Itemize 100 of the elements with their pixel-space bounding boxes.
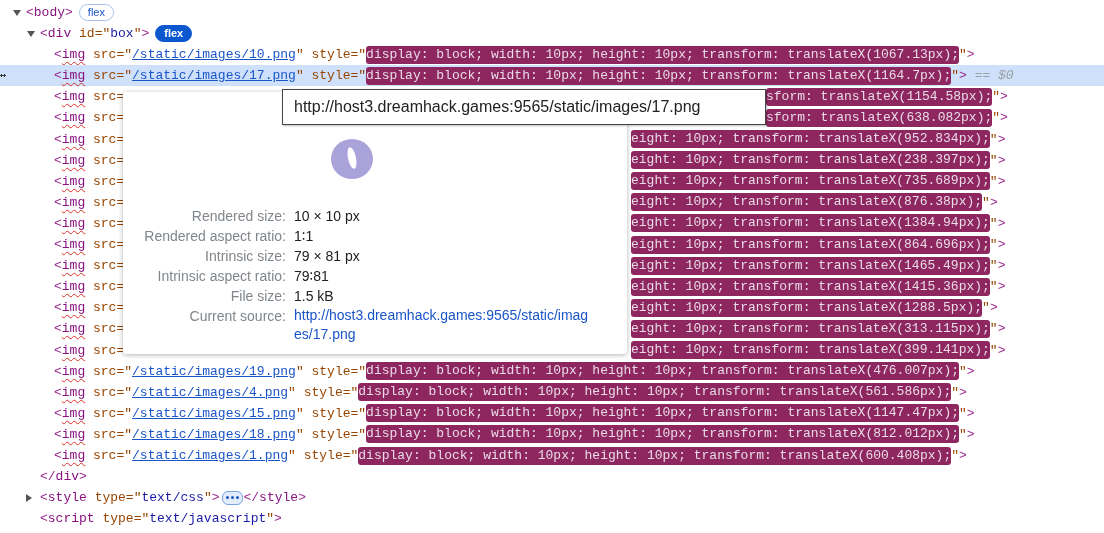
tag-name: img [61, 110, 86, 126]
attribute-name: src= [92, 237, 125, 253]
attribute-name: style [302, 383, 343, 402]
attribute-name: id [78, 25, 95, 44]
tag-bracket: > [959, 67, 967, 86]
code-punctuation: =" [350, 67, 367, 86]
attribute-name: src [92, 362, 117, 381]
tag-bracket: < [54, 110, 62, 126]
style-value: display: block; width: 10px; height: 10px; transform: translateX(812.012px); [366, 425, 959, 444]
style-value: display: block; width: 10px; height: 10px; transform: translateX(600.408px); [358, 446, 952, 465]
tag-bracket: < [40, 510, 48, 529]
code-punctuation: " [295, 46, 304, 65]
code-punctuation: =" [342, 446, 359, 465]
style-value: eight: 10px; transform: translateX(735.689px); [631, 172, 990, 191]
attribute-name: src= [92, 131, 125, 147]
detail-label: Intrinsic size: [204, 247, 286, 266]
tag-name: img [61, 173, 86, 189]
tag-name: img [61, 446, 86, 465]
tag-bracket: > [966, 46, 975, 65]
tag-bracket: < [40, 25, 48, 44]
tag-name: img [61, 194, 86, 210]
code-punctuation: =" [116, 67, 133, 86]
attribute-name: src= [92, 194, 125, 210]
tag-bracket: < [54, 194, 62, 210]
tag-bracket: > [997, 278, 1006, 297]
code-punctuation: =" [342, 383, 359, 402]
attribute-name: src= [92, 89, 125, 105]
attribute-name: src [92, 404, 117, 423]
detail-value: 1.5 kB [294, 287, 335, 306]
attribute-name: src= [92, 110, 125, 126]
attribute-name: src= [92, 342, 125, 358]
tag-name: img [61, 425, 86, 444]
attribute-name: style [310, 404, 351, 423]
code-punctuation: =" [133, 510, 150, 529]
style-value: display: block; width: 10px; height: 10px; transform: translateX(1147.47px); [366, 404, 959, 423]
code-punctuation: " [989, 257, 998, 276]
code-punctuation: " [295, 404, 304, 423]
code-punctuation: " [288, 446, 296, 465]
tag-bracket: < [54, 425, 62, 444]
code-punctuation: " [989, 278, 998, 297]
detail-label: Current source: [188, 307, 286, 326]
style-value: eight: 10px; transform: translateX(1384.94px); [631, 214, 990, 233]
code-punctuation: " [982, 299, 990, 318]
style-value: eight: 10px; transform: translateX(1415.36px); [631, 277, 990, 296]
code-punctuation: " [951, 383, 960, 402]
attribute-name: style [310, 362, 351, 381]
attribute-name: type [101, 510, 134, 529]
tag-bracket: > [298, 489, 306, 508]
tag-name: img [61, 131, 86, 147]
code-punctuation: " [992, 109, 1001, 128]
attribute-name: style [302, 446, 343, 465]
tag-bracket: < [54, 342, 62, 358]
tag-bracket: < [54, 131, 62, 147]
code-punctuation: =" [116, 362, 133, 381]
detail-value: 79∶81 [294, 267, 330, 286]
tag-bracket: < [54, 446, 62, 465]
style-value: sform: translateX(638.082px); [766, 109, 993, 127]
tag-bracket: > [959, 446, 967, 465]
code-punctuation: " [266, 510, 275, 529]
tag-bracket: > [966, 362, 975, 381]
attribute-name: src= [92, 152, 125, 168]
code-punctuation: " [959, 46, 967, 65]
code-punctuation: " [295, 362, 304, 381]
tag-bracket: </ [243, 489, 260, 508]
tag-name: img [61, 300, 86, 316]
tag-bracket: > [959, 383, 967, 402]
tag-bracket: < [40, 489, 48, 508]
style-value: eight: 10px; transform: translateX(952.834px); [631, 130, 990, 149]
attribute-name: src [92, 446, 117, 465]
code-punctuation: " [133, 25, 142, 44]
style-value: display: block; width: 10px; height: 10px; transform: translateX(476.007px); [366, 362, 959, 381]
tag-bracket: < [54, 67, 62, 86]
tag-name: div [55, 468, 79, 487]
tag-bracket: < [54, 215, 62, 231]
tag-bracket: < [54, 152, 62, 168]
detail-label: Rendered aspect ratio: [143, 227, 286, 246]
tag-bracket: > [79, 468, 87, 487]
tag-bracket: < [54, 46, 62, 65]
code-punctuation: " [951, 446, 960, 465]
tag-name: img [61, 258, 86, 274]
tag-name: img [61, 362, 86, 381]
tag-name: img [61, 152, 86, 168]
tag-bracket: > [211, 489, 220, 508]
tag-name: img [61, 215, 86, 231]
attribute-name: src= [92, 300, 125, 316]
tag-name: img [61, 321, 86, 337]
code-punctuation: " [989, 236, 998, 255]
code-punctuation: =" [350, 425, 367, 444]
tag-bracket: > [997, 341, 1006, 360]
tag-name: img [61, 404, 86, 423]
style-value: eight: 10px; transform: translateX(864.696px); [631, 235, 990, 254]
attribute-name: src= [92, 173, 125, 189]
tag-name: img [61, 46, 86, 65]
tag-bracket: > [997, 130, 1006, 149]
tag-name: div [47, 25, 72, 44]
tag-bracket: < [54, 173, 62, 189]
code-punctuation: " [295, 67, 304, 86]
detail-label: Rendered size: [190, 207, 286, 226]
tag-name: img [61, 237, 86, 253]
tag-bracket: < [54, 279, 62, 295]
